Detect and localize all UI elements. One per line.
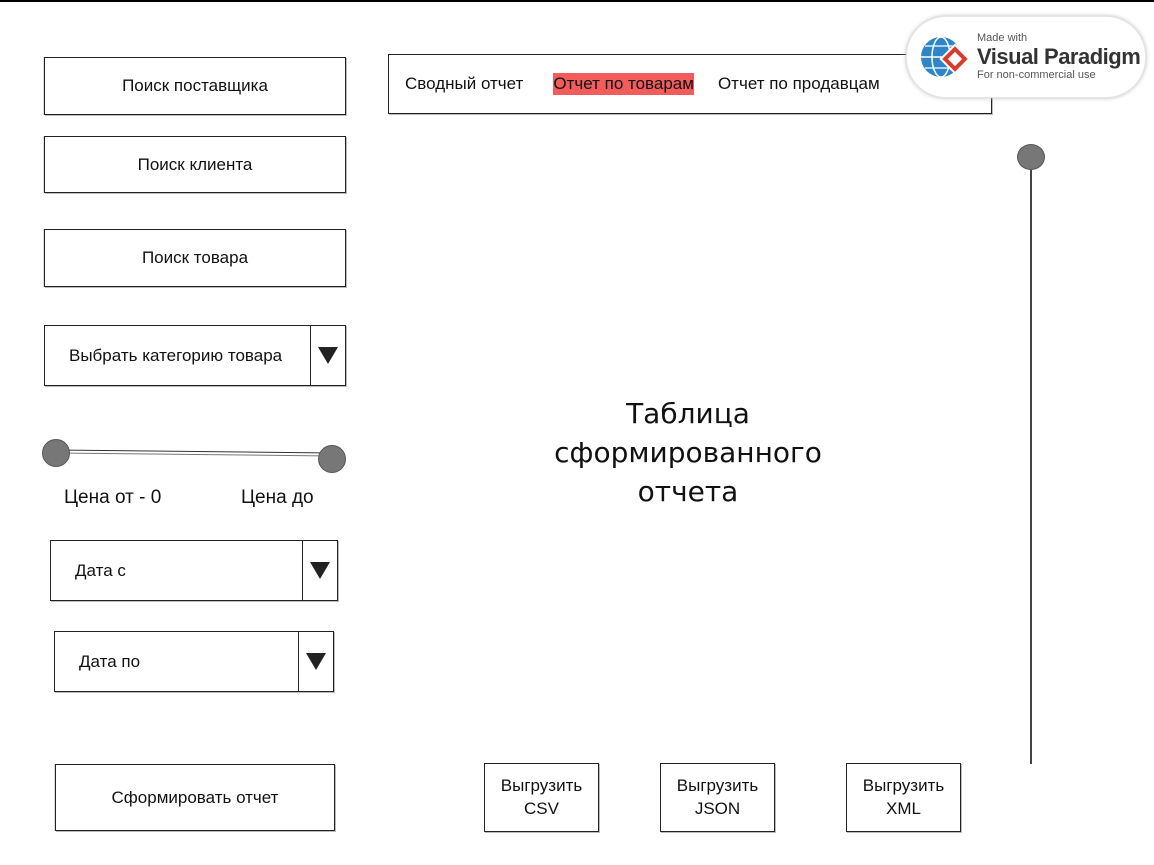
tab-sellers-report[interactable]: Отчет по продавцам: [718, 72, 880, 96]
price-min-knob[interactable]: [42, 439, 70, 467]
price-slider-track[interactable]: [54, 449, 334, 457]
date-to-dropdown[interactable]: Дата по: [54, 631, 334, 692]
watermark-brand: Visual Paradigm: [977, 44, 1141, 69]
vertical-scroll-knob[interactable]: [1017, 144, 1045, 170]
search-client-button[interactable]: Поиск клиента: [44, 136, 346, 193]
watermark-sub: For non-commercial use: [977, 69, 1096, 81]
generate-report-button[interactable]: Сформировать отчет: [55, 764, 335, 831]
export-xml-line2: XML: [886, 799, 921, 818]
date-from-toggle[interactable]: [302, 540, 338, 601]
triangle-down-icon: [318, 347, 338, 364]
tab-summary-report[interactable]: Сводный отчет: [405, 72, 523, 96]
export-json-button[interactable]: Выгрузить JSON: [660, 763, 775, 832]
export-xml-button[interactable]: Выгрузить XML: [846, 763, 961, 832]
watermark-made-with: Made with: [977, 32, 1028, 44]
date-from-dropdown[interactable]: Дата с: [50, 540, 338, 601]
category-dropdown[interactable]: Выбрать категорию товара: [44, 325, 346, 386]
export-csv-line1: Выгрузить: [500, 776, 583, 795]
placeholder-line-1: Таблица: [626, 397, 750, 430]
date-to-label[interactable]: Дата по: [54, 631, 298, 692]
triangle-down-icon: [310, 562, 330, 579]
export-csv-button[interactable]: Выгрузить CSV: [484, 763, 599, 832]
export-json-line1: Выгрузить: [676, 776, 759, 795]
search-supplier-button[interactable]: Поиск поставщика: [44, 57, 346, 115]
report-tabs: Сводный отчет Отчет по товарам Отчет по …: [388, 54, 992, 114]
export-csv-line2: CSV: [524, 799, 559, 818]
triangle-down-icon: [306, 653, 326, 670]
tab-products-report[interactable]: Отчет по товарам: [553, 73, 694, 95]
visual-paradigm-logo: [919, 31, 971, 83]
export-json-line2: JSON: [694, 799, 741, 818]
vertical-scrollbar[interactable]: [1030, 162, 1032, 764]
price-from-label: Цена от - 0: [64, 487, 162, 508]
wireframe-page: Поиск поставщика Поиск клиента Поиск тов…: [0, 0, 1154, 865]
report-table-placeholder: Таблица сформированного отчета: [520, 394, 856, 511]
date-from-label[interactable]: Дата с: [50, 540, 302, 601]
price-to-label: Цена до: [241, 487, 314, 508]
category-dropdown-label[interactable]: Выбрать категорию товара: [44, 325, 310, 386]
date-to-toggle[interactable]: [298, 631, 334, 692]
placeholder-line-3: отчета: [637, 475, 739, 508]
export-xml-line1: Выгрузить: [862, 776, 945, 795]
visual-paradigm-badge: Made with Visual Paradigm For non-commer…: [906, 16, 1146, 98]
price-max-knob[interactable]: [318, 445, 346, 473]
search-product-button[interactable]: Поиск товара: [44, 229, 346, 287]
category-dropdown-toggle[interactable]: [310, 325, 346, 386]
placeholder-line-2: сформированного: [554, 436, 822, 469]
